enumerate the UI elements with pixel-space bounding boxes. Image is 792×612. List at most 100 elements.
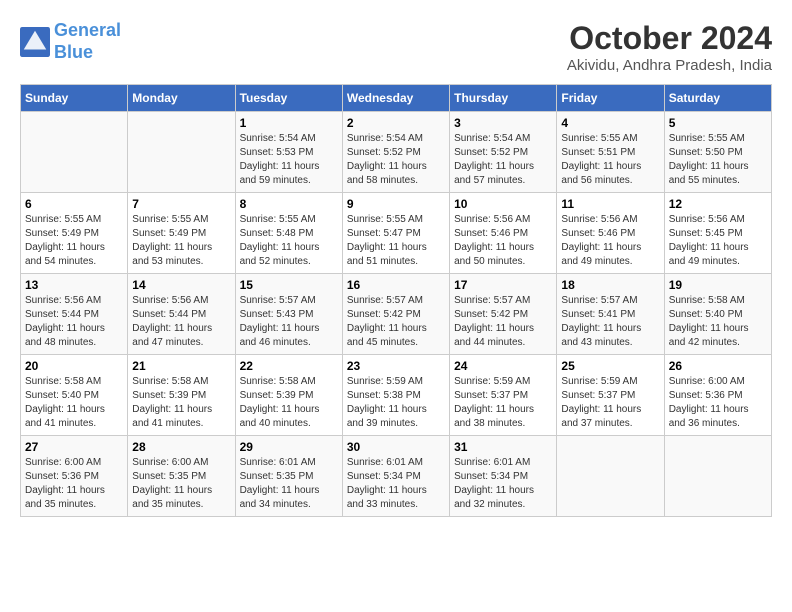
calendar-cell: 6Sunrise: 5:55 AM Sunset: 5:49 PM Daylig… — [21, 193, 128, 274]
calendar-cell: 30 Sunrise: 6:01 AM Sunset: 5:34 PM Dayli… — [342, 436, 449, 517]
calendar-week-row: 6 Sunrise: 5:55 AM Sunset: 5:49 PM Daylig… — [21, 193, 772, 274]
calendar-cell: 1 Sunrise: 5:54 AM Sunset: 5:53 PM Daylig… — [235, 112, 342, 193]
calendar-cell: 14Sunrise: 5:56 AM Sunset: 5:44 PM Dayli… — [128, 274, 235, 355]
day-number: 9 — [347, 197, 445, 211]
day-info: Sunrise: 5:54 AM Sunset: 5:52 PM Dayligh… — [347, 132, 445, 188]
day-info: Sunrise: 5:56 AM Sunset: 5:46 PM Dayligh… — [454, 213, 552, 269]
day-info: Sunrise: 5:59 AM Sunset: 5:37 PM Dayligh… — [454, 375, 552, 431]
day-number: 27 — [25, 440, 123, 454]
location: Akividu, Andhra Pradesh, India — [567, 57, 772, 74]
calendar-cell: 20 Sunrise: 5:58 AM Sunset: 5:40 PM Dayli… — [21, 355, 128, 436]
day-info: Sunrise: 6:00 AM Sunset: 5:36 PM Dayligh… — [25, 456, 123, 512]
logo-line1: General — [54, 20, 121, 40]
calendar-cell: 19Sunrise: 5:58 AM Sunset: 5:40 PM Dayli… — [664, 274, 771, 355]
day-number: 29 — [240, 440, 338, 454]
day-number: 15 — [240, 278, 338, 292]
day-info: Sunrise: 6:00 AM Sunset: 5:36 PM Dayligh… — [669, 375, 767, 431]
weekday-header: Sunday — [21, 85, 128, 112]
day-number: 1 — [240, 116, 338, 130]
day-number: 18 — [561, 278, 659, 292]
calendar-cell — [557, 436, 664, 517]
calendar-cell: 5 Sunrise: 5:55 AM Sunset: 5:50 PM Daylig… — [664, 112, 771, 193]
logo-text: General Blue — [54, 20, 121, 63]
day-info: Sunrise: 5:57 AM Sunset: 5:42 PM Dayligh… — [454, 294, 552, 350]
day-info: Sunrise: 5:57 AM Sunset: 5:43 PM Dayligh… — [240, 294, 338, 350]
day-number: 24 — [454, 359, 552, 373]
day-info: Sunrise: 5:59 AM Sunset: 5:37 PM Dayligh… — [561, 375, 659, 431]
day-number: 8 — [240, 197, 338, 211]
day-number: 23 — [347, 359, 445, 373]
calendar-cell: 15 Sunrise: 5:57 AM Sunset: 5:43 PM Dayli… — [235, 274, 342, 355]
calendar-week-row: 13Sunrise: 5:56 AM Sunset: 5:44 PM Dayli… — [21, 274, 772, 355]
day-number: 17 — [454, 278, 552, 292]
calendar-cell — [664, 436, 771, 517]
calendar-table: SundayMondayTuesdayWednesdayThursdayFrid… — [20, 84, 772, 517]
day-number: 5 — [669, 116, 767, 130]
calendar-cell: 17 Sunrise: 5:57 AM Sunset: 5:42 PM Dayli… — [450, 274, 557, 355]
weekday-header: Saturday — [664, 85, 771, 112]
day-info: Sunrise: 5:57 AM Sunset: 5:41 PM Dayligh… — [561, 294, 659, 350]
calendar-cell: 11 Sunrise: 5:56 AM Sunset: 5:46 PM Dayli… — [557, 193, 664, 274]
day-info: Sunrise: 5:55 AM Sunset: 5:47 PM Dayligh… — [347, 213, 445, 269]
day-info: Sunrise: 5:58 AM Sunset: 5:40 PM Dayligh… — [25, 375, 123, 431]
calendar-cell — [128, 112, 235, 193]
calendar-cell: 27 Sunrise: 6:00 AM Sunset: 5:36 PM Dayli… — [21, 436, 128, 517]
calendar-cell: 9 Sunrise: 5:55 AM Sunset: 5:47 PM Daylig… — [342, 193, 449, 274]
logo: General Blue — [20, 20, 121, 63]
weekday-header-row: SundayMondayTuesdayWednesdayThursdayFrid… — [21, 85, 772, 112]
calendar-cell: 3 Sunrise: 5:54 AM Sunset: 5:52 PM Daylig… — [450, 112, 557, 193]
calendar-cell: 26 Sunrise: 6:00 AM Sunset: 5:36 PM Dayli… — [664, 355, 771, 436]
day-number: 3 — [454, 116, 552, 130]
calendar-cell: 13Sunrise: 5:56 AM Sunset: 5:44 PM Dayli… — [21, 274, 128, 355]
day-info: Sunrise: 5:55 AM Sunset: 5:50 PM Dayligh… — [669, 132, 767, 188]
calendar-week-row: 27 Sunrise: 6:00 AM Sunset: 5:36 PM Dayli… — [21, 436, 772, 517]
day-number: 28 — [132, 440, 230, 454]
day-number: 4 — [561, 116, 659, 130]
day-info: Sunrise: 5:56 AM Sunset: 5:46 PM Dayligh… — [561, 213, 659, 269]
calendar-cell: 31 Sunrise: 6:01 AM Sunset: 5:34 PM Dayli… — [450, 436, 557, 517]
day-number: 2 — [347, 116, 445, 130]
day-info: Sunrise: 6:01 AM Sunset: 5:34 PM Dayligh… — [347, 456, 445, 512]
day-info: Sunrise: 5:58 AM Sunset: 5:40 PM Dayligh… — [669, 294, 767, 350]
calendar-cell: 7 Sunrise: 5:55 AM Sunset: 5:49 PM Daylig… — [128, 193, 235, 274]
calendar-cell: 22 Sunrise: 5:58 AM Sunset: 5:39 PM Dayli… — [235, 355, 342, 436]
weekday-header: Monday — [128, 85, 235, 112]
day-info: Sunrise: 6:01 AM Sunset: 5:35 PM Dayligh… — [240, 456, 338, 512]
day-info: Sunrise: 5:58 AM Sunset: 5:39 PM Dayligh… — [132, 375, 230, 431]
calendar-cell: 21Sunrise: 5:58 AM Sunset: 5:39 PM Dayli… — [128, 355, 235, 436]
day-info: Sunrise: 5:55 AM Sunset: 5:51 PM Dayligh… — [561, 132, 659, 188]
logo-icon — [20, 27, 50, 57]
day-number: 31 — [454, 440, 552, 454]
day-number: 30 — [347, 440, 445, 454]
day-number: 6 — [25, 197, 123, 211]
day-number: 20 — [25, 359, 123, 373]
logo-line2: Blue — [54, 42, 93, 62]
calendar-cell: 23 Sunrise: 5:59 AM Sunset: 5:38 PM Dayli… — [342, 355, 449, 436]
day-info: Sunrise: 5:54 AM Sunset: 5:52 PM Dayligh… — [454, 132, 552, 188]
calendar-cell: 4 Sunrise: 5:55 AM Sunset: 5:51 PM Daylig… — [557, 112, 664, 193]
day-info: Sunrise: 5:56 AM Sunset: 5:44 PM Dayligh… — [25, 294, 123, 350]
day-info: Sunrise: 6:01 AM Sunset: 5:34 PM Dayligh… — [454, 456, 552, 512]
title-block: October 2024 Akividu, Andhra Pradesh, In… — [567, 20, 772, 74]
day-info: Sunrise: 6:00 AM Sunset: 5:35 PM Dayligh… — [132, 456, 230, 512]
calendar-cell: 12Sunrise: 5:56 AM Sunset: 5:45 PM Dayli… — [664, 193, 771, 274]
calendar-cell: 18 Sunrise: 5:57 AM Sunset: 5:41 PM Dayli… — [557, 274, 664, 355]
month-title: October 2024 — [567, 20, 772, 57]
calendar-cell: 25Sunrise: 5:59 AM Sunset: 5:37 PM Dayli… — [557, 355, 664, 436]
day-number: 7 — [132, 197, 230, 211]
calendar-cell: 10 Sunrise: 5:56 AM Sunset: 5:46 PM Dayli… — [450, 193, 557, 274]
day-number: 10 — [454, 197, 552, 211]
calendar-cell: 24 Sunrise: 5:59 AM Sunset: 5:37 PM Dayli… — [450, 355, 557, 436]
day-number: 11 — [561, 197, 659, 211]
day-info: Sunrise: 5:54 AM Sunset: 5:53 PM Dayligh… — [240, 132, 338, 188]
day-number: 26 — [669, 359, 767, 373]
weekday-header: Tuesday — [235, 85, 342, 112]
day-info: Sunrise: 5:56 AM Sunset: 5:45 PM Dayligh… — [669, 213, 767, 269]
day-info: Sunrise: 5:59 AM Sunset: 5:38 PM Dayligh… — [347, 375, 445, 431]
day-info: Sunrise: 5:55 AM Sunset: 5:48 PM Dayligh… — [240, 213, 338, 269]
day-number: 14 — [132, 278, 230, 292]
day-info: Sunrise: 5:58 AM Sunset: 5:39 PM Dayligh… — [240, 375, 338, 431]
calendar-cell: 8 Sunrise: 5:55 AM Sunset: 5:48 PM Daylig… — [235, 193, 342, 274]
day-info: Sunrise: 5:55 AM Sunset: 5:49 PM Dayligh… — [132, 213, 230, 269]
day-number: 22 — [240, 359, 338, 373]
